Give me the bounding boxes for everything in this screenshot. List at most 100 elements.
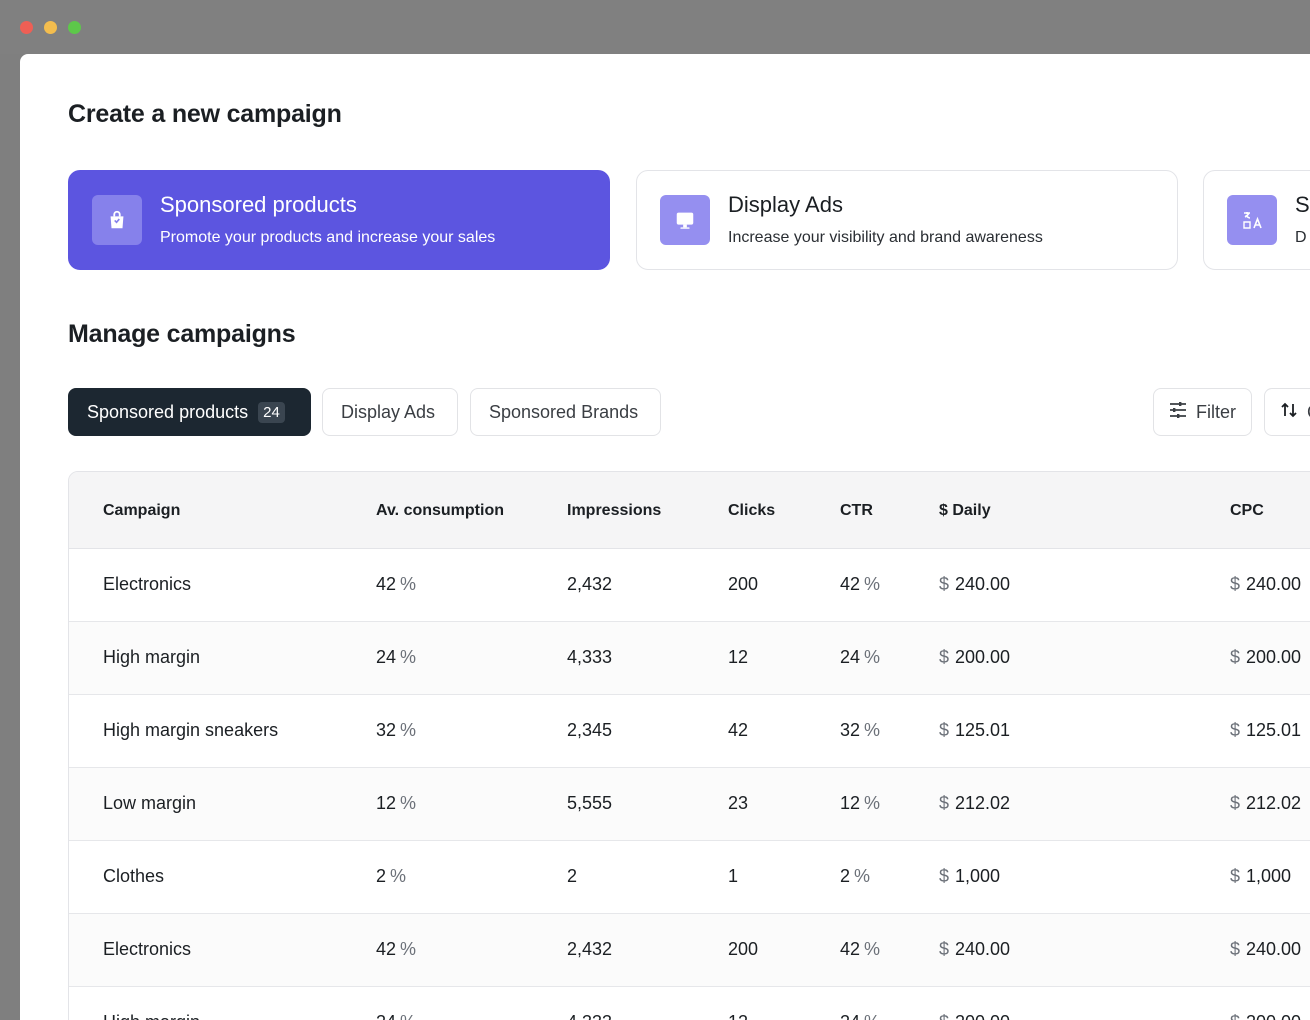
currency-symbol: $ bbox=[1230, 720, 1241, 740]
cell-cpc-value: 200.00 bbox=[1246, 647, 1302, 667]
cell-clicks-value: 23 bbox=[728, 793, 749, 813]
tab-count-badge: 24 bbox=[258, 401, 285, 423]
percent-unit: % bbox=[864, 720, 881, 740]
cell-campaign-value: Electronics bbox=[103, 574, 192, 594]
table-row[interactable]: Clothes 2% 2 1 2% $1,000 $1,000 bbox=[69, 841, 1310, 914]
cell-cpc-value: 125.01 bbox=[1246, 720, 1302, 740]
cell-impressions-value: 4,333 bbox=[567, 647, 613, 667]
shopping-bag-icon bbox=[92, 195, 142, 245]
cell-ctr: 32% bbox=[840, 720, 880, 741]
column-header-consumption[interactable]: Av. consumption bbox=[376, 502, 504, 520]
cell-impressions: 2,345 bbox=[567, 720, 612, 741]
cell-clicks-value: 12 bbox=[728, 647, 749, 667]
table-row[interactable]: High margin24%4,3331224%$200.00$200.00 bbox=[69, 987, 1310, 1020]
minimize-window-button[interactable] bbox=[44, 21, 57, 34]
cell-ctr-value: 24 bbox=[840, 647, 861, 667]
tab-sponsored-products[interactable]: Sponsored products 24 bbox=[68, 388, 311, 436]
currency-symbol: $ bbox=[939, 793, 950, 813]
currency-symbol: $ bbox=[1230, 647, 1241, 667]
cell-campaign: Low margin bbox=[103, 793, 196, 814]
percent-unit: % bbox=[400, 793, 417, 813]
cell-campaign-value: Low margin bbox=[103, 793, 197, 813]
cell-consumption: 24% bbox=[376, 1012, 416, 1020]
cell-daily: $200.00 bbox=[939, 647, 1010, 668]
cell-clicks-value: 12 bbox=[728, 1012, 748, 1020]
cell-cpc-value: 1,000 bbox=[1246, 866, 1292, 886]
campaign-type-card-sponsored-products[interactable]: Sponsored products Promote your products… bbox=[68, 170, 610, 270]
cell-impressions: 4,333 bbox=[567, 1012, 612, 1020]
cell-daily: $1,000 bbox=[939, 866, 1000, 887]
manage-campaigns-title: Manage campaigns bbox=[68, 320, 296, 348]
cell-consumption-value: 24 bbox=[376, 647, 397, 667]
cell-cpc: $200.00 bbox=[1230, 1012, 1301, 1020]
column-header-campaign[interactable]: Campaign bbox=[103, 502, 180, 520]
sliders-icon bbox=[1168, 400, 1188, 425]
cell-ctr: 2% bbox=[840, 866, 870, 887]
cell-daily-value: 240.00 bbox=[955, 939, 1011, 959]
percent-unit: % bbox=[400, 1012, 416, 1020]
table-row[interactable]: High margin24%4,3331224%$200.00$200.00 bbox=[69, 622, 1310, 695]
window-titlebar bbox=[0, 0, 1310, 54]
cell-clicks: 42 bbox=[728, 720, 748, 741]
cell-consumption-value: 2 bbox=[376, 866, 387, 886]
cell-cpc-value: 240.00 bbox=[1246, 939, 1302, 959]
cell-impressions-value: 2,432 bbox=[567, 939, 613, 959]
close-window-button[interactable] bbox=[20, 21, 33, 34]
currency-symbol: $ bbox=[939, 574, 950, 594]
cell-campaign-value: High margin sneakers bbox=[103, 720, 279, 740]
cell-impressions: 2,432 bbox=[567, 939, 612, 960]
cell-ctr: 24% bbox=[840, 647, 880, 668]
cell-clicks: 200 bbox=[728, 574, 758, 595]
currency-symbol: $ bbox=[939, 866, 950, 886]
column-header-daily[interactable]: $ Daily bbox=[939, 502, 991, 520]
currency-symbol: $ bbox=[1230, 793, 1241, 813]
table-row[interactable]: Electronics 42% 2,432 200 42% $240.00 $240.00 bbox=[69, 549, 1310, 622]
maximize-window-button[interactable] bbox=[68, 21, 81, 34]
cell-campaign-value: High margin bbox=[103, 647, 201, 667]
percent-unit: % bbox=[864, 647, 881, 667]
cell-clicks: 1 bbox=[728, 866, 738, 887]
table-row[interactable]: Low margin 12% 5,555 23 12% $212.02 $212.02 bbox=[69, 768, 1310, 841]
campaign-type-card-display-ads[interactable]: Display Ads Increase your visibility and… bbox=[636, 170, 1178, 270]
cell-clicks: 200 bbox=[728, 939, 758, 960]
column-header-ctr[interactable]: CTR bbox=[840, 502, 873, 520]
cell-impressions-value: 2 bbox=[567, 866, 578, 886]
table-row[interactable]: High margin sneakers 32% 2,345 42 32% $125.01… bbox=[69, 695, 1310, 768]
cell-daily: $200.00 bbox=[939, 1012, 1010, 1020]
currency-symbol: $ bbox=[1230, 574, 1241, 594]
cell-campaign-value: Clothes bbox=[103, 866, 165, 886]
cell-ctr: 42% bbox=[840, 574, 880, 595]
cell-campaign: High margin bbox=[103, 647, 200, 668]
monitor-icon bbox=[660, 195, 710, 245]
tab-display-ads[interactable]: Display Ads bbox=[322, 388, 458, 436]
column-header-clicks[interactable]: Clicks bbox=[728, 502, 775, 520]
cell-ctr: 42% bbox=[840, 939, 880, 960]
campaign-type-card-sponsored-brands[interactable]: S D bbox=[1203, 170, 1310, 270]
percent-unit: % bbox=[390, 866, 407, 886]
filter-button[interactable]: Filter bbox=[1153, 388, 1252, 436]
percent-unit: % bbox=[864, 793, 881, 813]
cell-ctr-value: 42 bbox=[840, 939, 861, 959]
currency-symbol: $ bbox=[1230, 1012, 1240, 1020]
cell-daily-value: 1,000 bbox=[955, 866, 1001, 886]
cell-daily: $212.02 bbox=[939, 793, 1010, 814]
cell-daily-value: 212.02 bbox=[955, 793, 1011, 813]
percent-unit: % bbox=[400, 939, 417, 959]
cell-consumption-value: 32 bbox=[376, 720, 397, 740]
cell-clicks: 12 bbox=[728, 1012, 748, 1020]
percent-unit: % bbox=[400, 647, 417, 667]
table-row[interactable]: Electronics 42% 2,432 200 42% $240.00 $240.00 bbox=[69, 914, 1310, 987]
tab-sponsored-brands[interactable]: Sponsored Brands bbox=[470, 388, 661, 436]
column-header-cpc[interactable]: CPC bbox=[1230, 502, 1264, 520]
cell-daily-value: 125.01 bbox=[955, 720, 1011, 740]
cell-daily: $240.00 bbox=[939, 939, 1010, 960]
campaign-type-title: Sponsored products bbox=[160, 192, 357, 217]
column-header-impressions[interactable]: Impressions bbox=[567, 502, 661, 520]
sort-button[interactable]: C bbox=[1264, 388, 1310, 436]
cell-impressions-value: 2,345 bbox=[567, 720, 613, 740]
cell-consumption: 32% bbox=[376, 720, 416, 741]
cell-campaign: Electronics bbox=[103, 939, 191, 960]
currency-symbol: $ bbox=[939, 1012, 949, 1020]
currency-symbol: $ bbox=[939, 647, 950, 667]
cell-cpc: $240.00 bbox=[1230, 939, 1301, 960]
